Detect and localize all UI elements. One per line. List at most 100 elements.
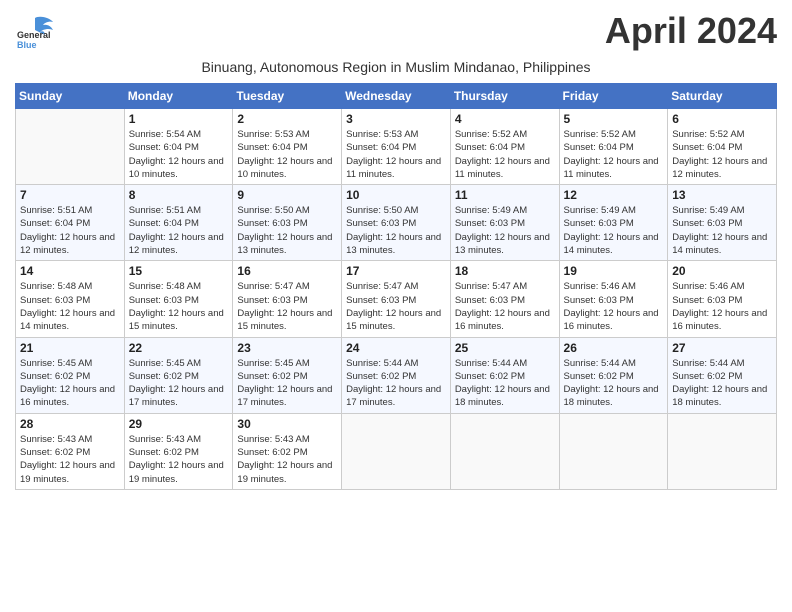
day-info: Sunrise: 5:48 AMSunset: 6:03 PMDaylight:… — [20, 280, 120, 333]
calendar-week-row: 7 Sunrise: 5:51 AMSunset: 6:04 PMDaylight… — [16, 185, 777, 261]
day-info: Sunrise: 5:44 AMSunset: 6:02 PMDaylight:… — [564, 357, 664, 410]
day-info: Sunrise: 5:49 AMSunset: 6:03 PMDaylight:… — [672, 204, 772, 257]
day-info: Sunrise: 5:47 AMSunset: 6:03 PMDaylight:… — [455, 280, 555, 333]
day-info: Sunrise: 5:43 AMSunset: 6:02 PMDaylight:… — [129, 433, 229, 486]
table-row: 10 Sunrise: 5:50 AMSunset: 6:03 PMDayligh… — [342, 185, 451, 261]
table-row: 24 Sunrise: 5:44 AMSunset: 6:02 PMDayligh… — [342, 337, 451, 413]
day-number: 16 — [237, 264, 337, 278]
table-row: 26 Sunrise: 5:44 AMSunset: 6:02 PMDayligh… — [559, 337, 668, 413]
day-info: Sunrise: 5:50 AMSunset: 6:03 PMDaylight:… — [346, 204, 446, 257]
table-row: 2 Sunrise: 5:53 AMSunset: 6:04 PMDaylight… — [233, 109, 342, 185]
table-row — [668, 413, 777, 489]
table-row: 21 Sunrise: 5:45 AMSunset: 6:02 PMDayligh… — [16, 337, 125, 413]
day-info: Sunrise: 5:44 AMSunset: 6:02 PMDaylight:… — [455, 357, 555, 410]
table-row: 23 Sunrise: 5:45 AMSunset: 6:02 PMDayligh… — [233, 337, 342, 413]
day-number: 2 — [237, 112, 337, 126]
day-number: 27 — [672, 341, 772, 355]
table-row: 12Sunrise: 5:49 AMSunset: 6:03 PMDayligh… — [559, 185, 668, 261]
calendar-week-row: 21 Sunrise: 5:45 AMSunset: 6:02 PMDayligh… — [16, 337, 777, 413]
day-number: 17 — [346, 264, 446, 278]
table-row: 5 Sunrise: 5:52 AMSunset: 6:04 PMDaylight… — [559, 109, 668, 185]
day-number: 25 — [455, 341, 555, 355]
day-number: 7 — [20, 188, 120, 202]
table-row: 16 Sunrise: 5:47 AMSunset: 6:03 PMDayligh… — [233, 261, 342, 337]
day-info: Sunrise: 5:45 AMSunset: 6:02 PMDaylight:… — [20, 357, 120, 410]
day-number: 15 — [129, 264, 229, 278]
calendar-header-row: Sunday Monday Tuesday Wednesday Thursday… — [16, 84, 777, 109]
day-info: Sunrise: 5:46 AMSunset: 6:03 PMDaylight:… — [672, 280, 772, 333]
day-number: 8 — [129, 188, 229, 202]
day-info: Sunrise: 5:50 AMSunset: 6:03 PMDaylight:… — [237, 204, 337, 257]
day-number: 26 — [564, 341, 664, 355]
day-number: 30 — [237, 417, 337, 431]
table-row: 14Sunrise: 5:48 AMSunset: 6:03 PMDayligh… — [16, 261, 125, 337]
table-row — [342, 413, 451, 489]
col-tuesday: Tuesday — [233, 84, 342, 109]
table-row: 28 Sunrise: 5:43 AMSunset: 6:02 PMDayligh… — [16, 413, 125, 489]
day-info: Sunrise: 5:47 AMSunset: 6:03 PMDaylight:… — [346, 280, 446, 333]
day-info: Sunrise: 5:54 AMSunset: 6:04 PMDaylight:… — [129, 128, 229, 181]
table-row: 27Sunrise: 5:44 AMSunset: 6:02 PMDayligh… — [668, 337, 777, 413]
day-number: 19 — [564, 264, 664, 278]
day-number: 10 — [346, 188, 446, 202]
day-number: 13 — [672, 188, 772, 202]
day-info: Sunrise: 5:45 AMSunset: 6:02 PMDaylight:… — [237, 357, 337, 410]
table-row: 25 Sunrise: 5:44 AMSunset: 6:02 PMDayligh… — [450, 337, 559, 413]
table-row: 6Sunrise: 5:52 AMSunset: 6:04 PMDaylight… — [668, 109, 777, 185]
day-info: Sunrise: 5:46 AMSunset: 6:03 PMDaylight:… — [564, 280, 664, 333]
table-row: 22 Sunrise: 5:45 AMSunset: 6:02 PMDayligh… — [124, 337, 233, 413]
day-info: Sunrise: 5:52 AMSunset: 6:04 PMDaylight:… — [564, 128, 664, 181]
logo-icon: General Blue — [15, 10, 55, 55]
calendar-table: Sunday Monday Tuesday Wednesday Thursday… — [15, 83, 777, 490]
table-row: 29Sunrise: 5:43 AMSunset: 6:02 PMDayligh… — [124, 413, 233, 489]
col-monday: Monday — [124, 84, 233, 109]
logo: General Blue — [15, 10, 55, 55]
day-number: 6 — [672, 112, 772, 126]
day-info: Sunrise: 5:51 AMSunset: 6:04 PMDaylight:… — [129, 204, 229, 257]
day-number: 1 — [129, 112, 229, 126]
col-wednesday: Wednesday — [342, 84, 451, 109]
day-number: 12 — [564, 188, 664, 202]
day-info: Sunrise: 5:53 AMSunset: 6:04 PMDaylight:… — [346, 128, 446, 181]
day-number: 3 — [346, 112, 446, 126]
col-sunday: Sunday — [16, 84, 125, 109]
day-info: Sunrise: 5:52 AMSunset: 6:04 PMDaylight:… — [455, 128, 555, 181]
table-row: 11Sunrise: 5:49 AMSunset: 6:03 PMDayligh… — [450, 185, 559, 261]
table-row: 8 Sunrise: 5:51 AMSunset: 6:04 PMDaylight… — [124, 185, 233, 261]
day-info: Sunrise: 5:45 AMSunset: 6:02 PMDaylight:… — [129, 357, 229, 410]
day-number: 23 — [237, 341, 337, 355]
day-number: 5 — [564, 112, 664, 126]
subtitle: Binuang, Autonomous Region in Muslim Min… — [15, 59, 777, 75]
table-row: 19 Sunrise: 5:46 AMSunset: 6:03 PMDayligh… — [559, 261, 668, 337]
col-saturday: Saturday — [668, 84, 777, 109]
table-row: 7Sunrise: 5:51 AMSunset: 6:04 PMDaylight… — [16, 185, 125, 261]
table-row — [450, 413, 559, 489]
calendar-week-row: 28 Sunrise: 5:43 AMSunset: 6:02 PMDayligh… — [16, 413, 777, 489]
calendar-week-row: 14Sunrise: 5:48 AMSunset: 6:03 PMDayligh… — [16, 261, 777, 337]
day-info: Sunrise: 5:48 AMSunset: 6:03 PMDaylight:… — [129, 280, 229, 333]
day-number: 28 — [20, 417, 120, 431]
table-row — [559, 413, 668, 489]
table-row: 30Sunrise: 5:43 AMSunset: 6:02 PMDayligh… — [233, 413, 342, 489]
table-row: 4Sunrise: 5:52 AMSunset: 6:04 PMDaylight… — [450, 109, 559, 185]
calendar-week-row: 1 Sunrise: 5:54 AMSunset: 6:04 PMDaylight… — [16, 109, 777, 185]
day-info: Sunrise: 5:44 AMSunset: 6:02 PMDaylight:… — [346, 357, 446, 410]
table-row: 9 Sunrise: 5:50 AMSunset: 6:03 PMDaylight… — [233, 185, 342, 261]
col-thursday: Thursday — [450, 84, 559, 109]
table-row: 1 Sunrise: 5:54 AMSunset: 6:04 PMDaylight… — [124, 109, 233, 185]
table-row: 18Sunrise: 5:47 AMSunset: 6:03 PMDayligh… — [450, 261, 559, 337]
svg-text:General: General — [17, 30, 51, 40]
day-number: 9 — [237, 188, 337, 202]
table-row: 3 Sunrise: 5:53 AMSunset: 6:04 PMDaylight… — [342, 109, 451, 185]
day-info: Sunrise: 5:47 AMSunset: 6:03 PMDaylight:… — [237, 280, 337, 333]
day-number: 24 — [346, 341, 446, 355]
day-number: 22 — [129, 341, 229, 355]
col-friday: Friday — [559, 84, 668, 109]
day-info: Sunrise: 5:53 AMSunset: 6:04 PMDaylight:… — [237, 128, 337, 181]
table-row: 13 Sunrise: 5:49 AMSunset: 6:03 PMDayligh… — [668, 185, 777, 261]
day-number: 20 — [672, 264, 772, 278]
month-title: April 2024 — [605, 10, 777, 52]
day-info: Sunrise: 5:49 AMSunset: 6:03 PMDaylight:… — [455, 204, 555, 257]
day-info: Sunrise: 5:43 AMSunset: 6:02 PMDaylight:… — [20, 433, 120, 486]
day-number: 21 — [20, 341, 120, 355]
